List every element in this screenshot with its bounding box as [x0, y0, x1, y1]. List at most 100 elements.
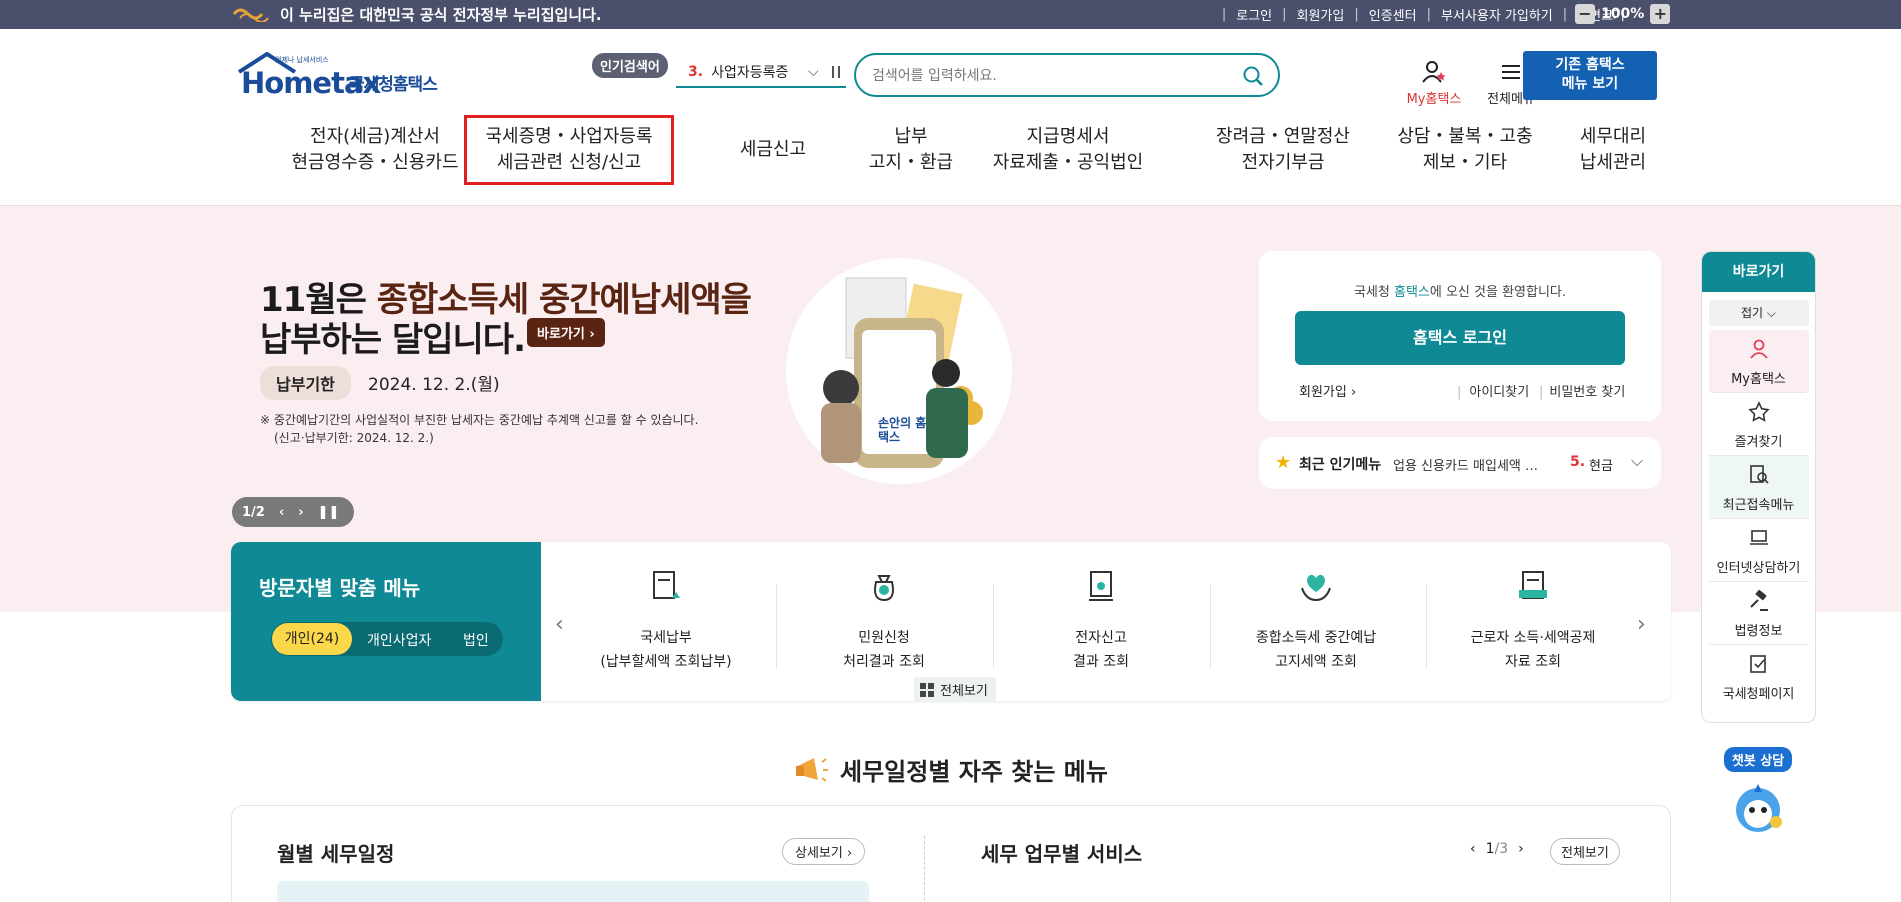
quick-menu: 바로가기 접기 ⌵ My홈택스 즐겨찾기 최근접속메뉴 인터넷상담하기 법령정보… — [1701, 251, 1816, 723]
visitor-item-label: 국세납부 — [640, 630, 692, 646]
service-pager: ‹ 1/3 › — [1470, 841, 1524, 857]
zoom-out-button[interactable]: − — [1575, 4, 1595, 24]
visitor-item-worker-deduction[interactable]: 근로자 소득·세액공제 자료 조회 — [1433, 568, 1633, 674]
chevron-down-icon[interactable]: ⌵ — [1631, 451, 1643, 471]
visitor-item-sublabel: 처리결과 조회 — [843, 654, 925, 670]
visitor-item-label: 민원신청 — [858, 630, 910, 646]
quick-item-law-info[interactable]: 법령정보 — [1708, 582, 1809, 645]
tab-individual[interactable]: 개인(24) — [272, 623, 352, 655]
chevron-right-icon: › — [589, 327, 595, 342]
quick-item-recent-menu[interactable]: 최근접속메뉴 — [1708, 456, 1809, 519]
chevron-right-icon[interactable]: › — [1637, 612, 1646, 637]
pause-icon[interactable]: ❚❚ — [318, 505, 340, 520]
chatbot-button[interactable]: 챗봇 상담 — [1723, 747, 1793, 838]
hometax-logo[interactable]: 언제나 납세서비스 Hometax 국세청홈택스 — [233, 52, 448, 102]
gnb-item-label: 세무대리 — [1579, 126, 1647, 147]
chevron-down-icon[interactable]: ⌵ — [808, 64, 819, 80]
chevron-left-icon[interactable]: ‹ — [1470, 841, 1476, 857]
gnb-item-sublabel: 자료제출・공익법인 — [992, 152, 1144, 173]
chatbot-label: 챗봇 상담 — [1723, 747, 1793, 772]
detail-view-button[interactable]: 상세보기 › — [782, 838, 866, 865]
dept-user-signup-link[interactable]: 부서사용자 가입하기 — [1441, 5, 1553, 24]
find-id-link[interactable]: | 아이디찾기 — [1457, 381, 1529, 400]
gnb-item-incentive-yearend[interactable]: 장려금・연말정산 전자기부금 — [1183, 124, 1383, 176]
chevron-left-icon[interactable]: ‹ — [279, 505, 284, 520]
chevron-left-icon[interactable]: ‹ — [555, 612, 564, 637]
tab-sole-proprietor[interactable]: 개인사업자 — [367, 630, 431, 650]
service-view-all-button[interactable]: 전체보기 — [1550, 838, 1620, 865]
old-menu-line1: 기존 홈택스 — [1555, 57, 1625, 73]
hero-go-label: 바로가기 — [537, 327, 585, 342]
search-input[interactable] — [872, 65, 1232, 87]
chevron-right-icon: › — [1350, 385, 1357, 400]
quick-item-nts-page[interactable]: 국세청페이지 — [1709, 645, 1809, 708]
old-menu-button[interactable]: 기존 홈택스 메뉴 보기 — [1523, 51, 1657, 100]
gnb-item-certificate-registration[interactable]: 국세증명・사업자등록 세금관련 신청/신고 — [464, 115, 674, 185]
utility-links: | 로그인 | 회원가입 | 인증센터 | 부서사용자 가입하기 | 화면크기 — [1221, 5, 1625, 24]
recent-popular-item: 현금 — [1589, 459, 1613, 474]
hero-note-line1: ※ 중간예납기간의 사업실적이 부진한 납세자는 중간예납 추계액 신고를 할 … — [260, 413, 699, 427]
service-page-total: /3 — [1494, 841, 1509, 857]
main-navigation: 전자(세금)계산서 현금영수증・신용카드 국세증명・사업자등록 세금관련 신청/… — [233, 115, 1673, 192]
tab-corporation[interactable]: 법인 — [463, 630, 489, 650]
search-icon[interactable] — [1242, 65, 1264, 87]
gnb-item-sublabel: 세금관련 신청/신고 — [496, 152, 642, 173]
star-icon: ★ — [1275, 452, 1292, 473]
quick-item-online-consult[interactable]: 인터넷상담하기 — [1708, 519, 1809, 582]
chevron-right-icon[interactable]: › — [1518, 841, 1524, 857]
zoom-in-button[interactable]: + — [1650, 4, 1671, 24]
gnb-item-consult-appeal[interactable]: 상담・불복・고충 제보・기타 — [1365, 124, 1565, 176]
visitor-item-label: 근로자 소득·세액공제 — [1470, 630, 1596, 646]
my-hometax-button[interactable]: My홈택스 — [1401, 60, 1467, 107]
schedule-title-text: 세무일정별 자주 찾는 메뉴 — [840, 758, 1108, 786]
visitor-item-e-filing[interactable]: 전자신고 결과 조회 — [1001, 568, 1201, 674]
chatbot-mascot-icon — [1736, 784, 1782, 832]
item-divider — [776, 584, 777, 668]
due-date: 2024. 12. 2.(월) — [368, 375, 500, 395]
gnb-item-e-invoice[interactable]: 전자(세금)계산서 현금영수증・신용카드 — [255, 124, 495, 176]
popular-search-badge: 인기검색어 — [592, 53, 668, 78]
search-box — [854, 53, 1280, 97]
government-emblem-icon — [232, 8, 269, 22]
gnb-item-tax-agent[interactable]: 세무대리 납세관리 — [1553, 124, 1673, 176]
hero-go-button[interactable]: 바로가기 › — [527, 318, 605, 347]
popular-search-item[interactable]: 3. 사업자등록증 — [688, 62, 788, 82]
recent-popular-menu[interactable]: ★ 최근 인기메뉴 업용 신용카드 매입세액 … 5. 현금 ⌵ — [1259, 437, 1661, 489]
signup-label: 회원가입 — [1299, 385, 1347, 400]
item-divider — [1426, 584, 1427, 668]
cert-center-link[interactable]: 인증센터 — [1369, 5, 1417, 24]
quick-item-my-hometax[interactable]: My홈택스 — [1708, 330, 1809, 393]
quick-item-label: 국세청페이지 — [1722, 687, 1795, 702]
welcome-text-c: 에 오신 것을 환영합니다. — [1429, 285, 1567, 300]
view-all-button[interactable]: 전체보기 — [914, 677, 996, 702]
quick-menu-title: 바로가기 — [1702, 252, 1815, 292]
visitor-tabs: 개인(24) 개인사업자 법인 — [271, 622, 503, 656]
gnb-item-payment-statement[interactable]: 지급명세서 자료제출・공익법인 — [968, 124, 1168, 176]
visitor-item-midterm-tax[interactable]: 종합소득세 중간예납 고지세액 조회 — [1216, 568, 1416, 674]
schedule-panel: 월별 세무일정 상세보기 › 세무 업무별 서비스 ‹ 1/3 › 전체보기 — [231, 805, 1671, 902]
find-password-link[interactable]: | 비밀번호 찾기 — [1539, 381, 1625, 400]
my-hometax-label: My홈택스 — [1406, 92, 1462, 107]
quick-fold-button[interactable]: 접기 ⌵ — [1708, 300, 1809, 326]
chevron-right-icon[interactable]: › — [298, 505, 303, 520]
gnb-item-label: 상담・불복・고충 — [1397, 126, 1533, 147]
recent-popular-rank: 5. — [1570, 454, 1586, 470]
gavel-icon — [1749, 589, 1768, 611]
signup-link[interactable]: 회원가입 › — [1299, 381, 1356, 400]
hamburger-icon — [1502, 65, 1520, 79]
pause-icon[interactable] — [832, 66, 840, 78]
signup-link[interactable]: 회원가입 — [1297, 5, 1345, 24]
recent-popular-label: 최근 인기메뉴 — [1299, 457, 1382, 473]
visitor-item-sublabel: 자료 조회 — [1505, 654, 1561, 670]
hero-note-line2: (신고·납부기한: 2024. 12. 2.) — [274, 431, 434, 445]
service-title: 세무 업무별 서비스 — [981, 842, 1143, 866]
visitor-item-sublabel: 결과 조회 — [1073, 654, 1129, 670]
hero-note: ※ 중간예납기간의 사업실적이 부진한 납세자는 중간예납 추계액 신고를 할 … — [260, 411, 698, 447]
heart-hands-icon — [1301, 574, 1331, 602]
hometax-login-button[interactable]: 홈택스 로그인 — [1295, 311, 1625, 365]
login-link[interactable]: 로그인 — [1236, 5, 1272, 24]
visitor-item-tax-payment[interactable]: 국세납부 (납부할세액 조회납부) — [566, 568, 766, 674]
quick-item-favorites[interactable]: 즐겨찾기 — [1708, 393, 1809, 456]
visitor-item-civil-request[interactable]: 민원신청 처리결과 조회 — [784, 568, 984, 674]
popular-underline — [676, 86, 846, 88]
